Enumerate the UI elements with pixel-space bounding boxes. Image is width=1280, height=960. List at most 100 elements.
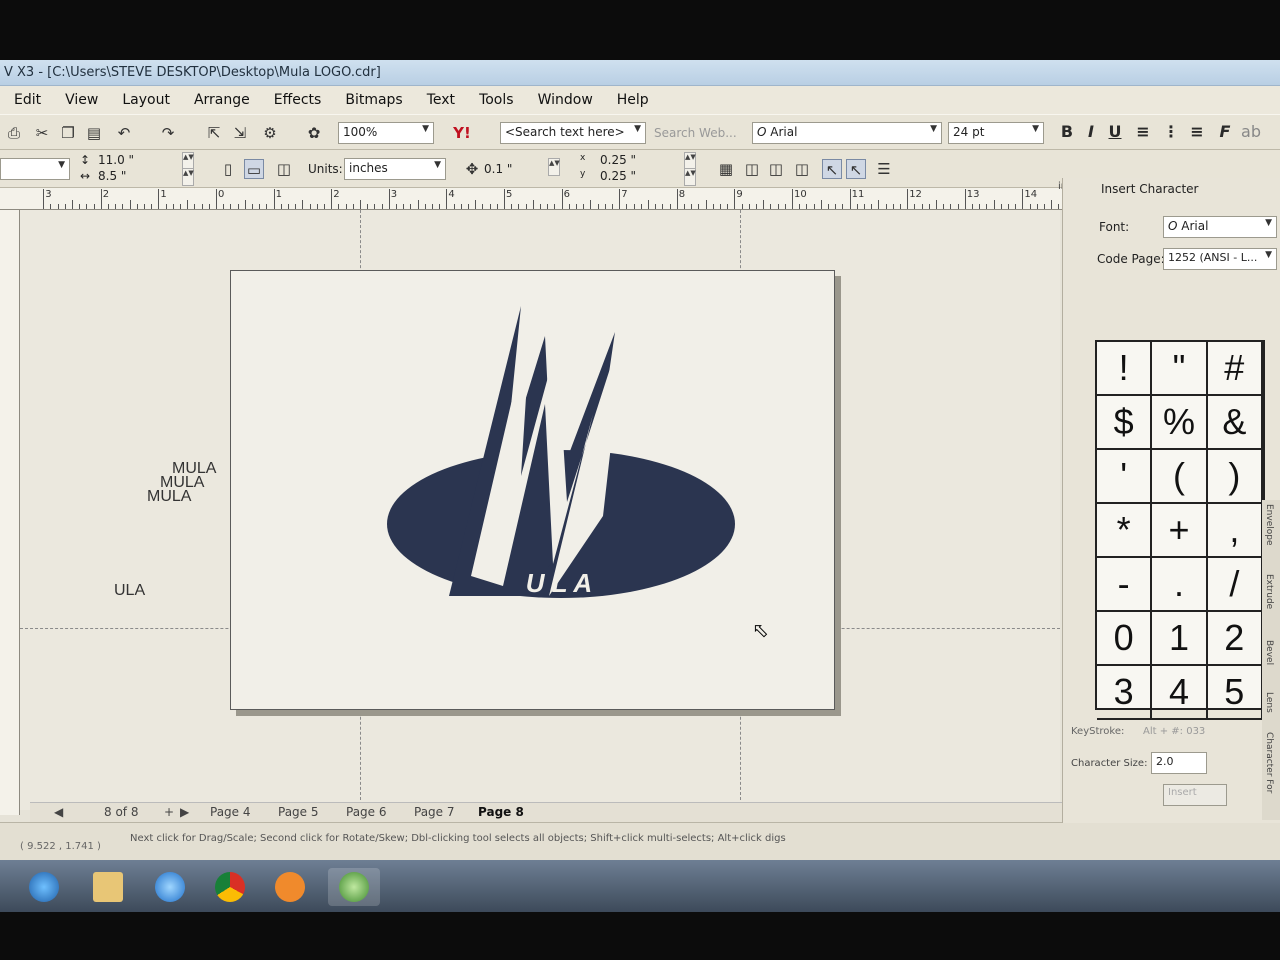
character-cell[interactable]: ! (1097, 342, 1153, 396)
last-page-icon[interactable]: ▶ (180, 805, 189, 819)
side-tab-bevel[interactable]: Bevel (1264, 640, 1274, 665)
codepage-select[interactable]: 1252 (ANSI - L... ▼ (1163, 248, 1277, 270)
menu-help[interactable]: Help (605, 92, 661, 108)
stray-text[interactable]: MULA (147, 488, 191, 506)
side-tab-lens[interactable]: Lens (1264, 692, 1274, 713)
character-cell[interactable]: & (1207, 396, 1263, 450)
copy-icon[interactable]: ❐ (58, 123, 78, 143)
character-cell[interactable]: . (1152, 558, 1208, 612)
search-text-input[interactable]: <Search text here> ▼ (500, 122, 646, 144)
explorer-icon[interactable] (82, 868, 134, 906)
menu-window[interactable]: Window (526, 92, 605, 108)
character-cell[interactable]: ' (1097, 450, 1153, 504)
tab-page-5[interactable]: Page 5 (278, 805, 319, 819)
chrome-icon[interactable] (204, 868, 256, 906)
nudge-spinner[interactable]: ▲▼ (548, 158, 560, 176)
menu-effects[interactable]: Effects (262, 92, 334, 108)
font-size-select[interactable]: 24 pt ▼ (948, 122, 1044, 144)
character-format-icon[interactable]: F (1214, 122, 1236, 144)
character-cell[interactable]: # (1207, 342, 1263, 396)
zoom-select[interactable]: 100% ▼ (338, 122, 434, 144)
horizontal-ruler[interactable]: 3 2 1 0 1 2 3 4 5 6 7 8 9 10 11 12 13 14 (0, 188, 1090, 210)
bold-button[interactable]: B (1056, 122, 1078, 144)
snap-guidelines-icon[interactable]: ◫ (742, 159, 762, 179)
portrait-icon[interactable]: ▯ (218, 159, 238, 179)
print-icon[interactable]: ⎙ (4, 123, 24, 143)
align-icon[interactable]: ≡ (1132, 122, 1154, 144)
character-size-field[interactable]: 2.0 (1151, 752, 1207, 774)
redo-icon[interactable]: ↷ (158, 123, 178, 143)
snap-objects-icon[interactable]: ◫ (766, 159, 786, 179)
application-launcher-icon[interactable]: ⚙ (260, 123, 280, 143)
bullet-list-icon[interactable]: ⋮ (1160, 122, 1182, 144)
menu-layout[interactable]: Layout (110, 92, 182, 108)
menu-view[interactable]: View (53, 92, 110, 108)
drop-cap-icon[interactable]: ≡ (1186, 122, 1208, 144)
character-cell[interactable]: ( (1152, 450, 1208, 504)
menu-tools[interactable]: Tools (467, 92, 526, 108)
duplicate-x-field[interactable]: 0.25 " (600, 153, 636, 167)
menu-edit[interactable]: Edit (2, 92, 53, 108)
italic-button[interactable]: I (1080, 122, 1102, 144)
character-cell[interactable]: 3 (1097, 666, 1153, 720)
treat-as-filled-icon[interactable]: ↖ (822, 159, 842, 179)
character-cell[interactable]: ) (1207, 450, 1263, 504)
units-select[interactable]: inches ▼ (344, 158, 446, 180)
character-cell[interactable]: - (1097, 558, 1153, 612)
cut-icon[interactable]: ✂ (32, 123, 52, 143)
landscape-icon[interactable]: ▭ (244, 159, 264, 179)
tab-page-8[interactable]: Page 8 (478, 805, 524, 819)
paste-icon[interactable]: ▤ (84, 123, 104, 143)
side-tab-character-format[interactable]: Character For (1264, 732, 1274, 793)
tab-page-7[interactable]: Page 7 (414, 805, 455, 819)
media-player-icon[interactable] (264, 868, 316, 906)
side-tab-extrude[interactable]: Extrude (1264, 574, 1274, 609)
character-cell[interactable]: 5 (1207, 666, 1263, 720)
dup-y-spinner[interactable]: ▲▼ (684, 168, 696, 186)
page-height-field[interactable]: 8.5 " (98, 169, 126, 183)
character-cell[interactable]: " (1152, 342, 1208, 396)
underline-button[interactable]: U (1104, 122, 1126, 144)
drawing-canvas[interactable]: MULA MULA MULA ULA U L A ⬁ (20, 210, 1060, 810)
height-spinner[interactable]: ▲▼ (182, 168, 194, 186)
page-width-field[interactable]: 11.0 " (98, 153, 134, 167)
internet-explorer-icon[interactable] (144, 868, 196, 906)
add-page-icon[interactable]: + (164, 805, 174, 819)
options-icon[interactable]: ☰ (874, 159, 894, 179)
character-cell[interactable]: 2 (1207, 612, 1263, 666)
font-select[interactable]: O Arial ▼ (752, 122, 942, 144)
search-web-button[interactable]: Search Web... (654, 126, 737, 140)
undo-icon[interactable]: ↶ (114, 123, 134, 143)
character-cell[interactable]: * (1097, 504, 1153, 558)
drawing-page[interactable]: U L A (230, 270, 835, 710)
character-cell[interactable]: % (1152, 396, 1208, 450)
character-cell[interactable]: 4 (1152, 666, 1208, 720)
draw-objects-icon[interactable]: ↖ (846, 159, 866, 179)
tab-page-4[interactable]: Page 4 (210, 805, 251, 819)
snap-grid-icon[interactable]: ▦ (716, 159, 736, 179)
character-cell[interactable]: 1 (1152, 612, 1208, 666)
tab-page-6[interactable]: Page 6 (346, 805, 387, 819)
side-tab-envelope[interactable]: Envelope (1264, 504, 1274, 546)
menu-text[interactable]: Text (415, 92, 467, 108)
character-cell[interactable]: , (1207, 504, 1263, 558)
first-page-icon[interactable]: ◀ (54, 805, 63, 819)
duplicate-y-field[interactable]: 0.25 " (600, 169, 636, 183)
mula-logo[interactable]: U L A (381, 296, 741, 606)
all-pages-icon[interactable]: ◫ (274, 159, 294, 179)
nudge-field[interactable]: 0.1 " (484, 162, 512, 176)
menu-bitmaps[interactable]: Bitmaps (333, 92, 414, 108)
edit-text-icon[interactable]: ab (1240, 122, 1262, 144)
character-cell[interactable]: 0 (1097, 612, 1153, 666)
menu-arrange[interactable]: Arrange (182, 92, 262, 108)
character-cell[interactable]: / (1207, 558, 1263, 612)
export-icon[interactable]: ⇲ (230, 123, 250, 143)
docker-font-select[interactable]: O Arial ▼ (1163, 216, 1277, 238)
import-icon[interactable]: ⇱ (204, 123, 224, 143)
vertical-ruler[interactable] (0, 210, 20, 815)
yahoo-icon[interactable]: Y! (452, 123, 472, 143)
paper-type-select[interactable]: ▼ (0, 158, 70, 180)
insert-button[interactable]: Insert (1163, 784, 1227, 806)
stray-text[interactable]: ULA (114, 582, 145, 600)
character-cell[interactable]: + (1152, 504, 1208, 558)
